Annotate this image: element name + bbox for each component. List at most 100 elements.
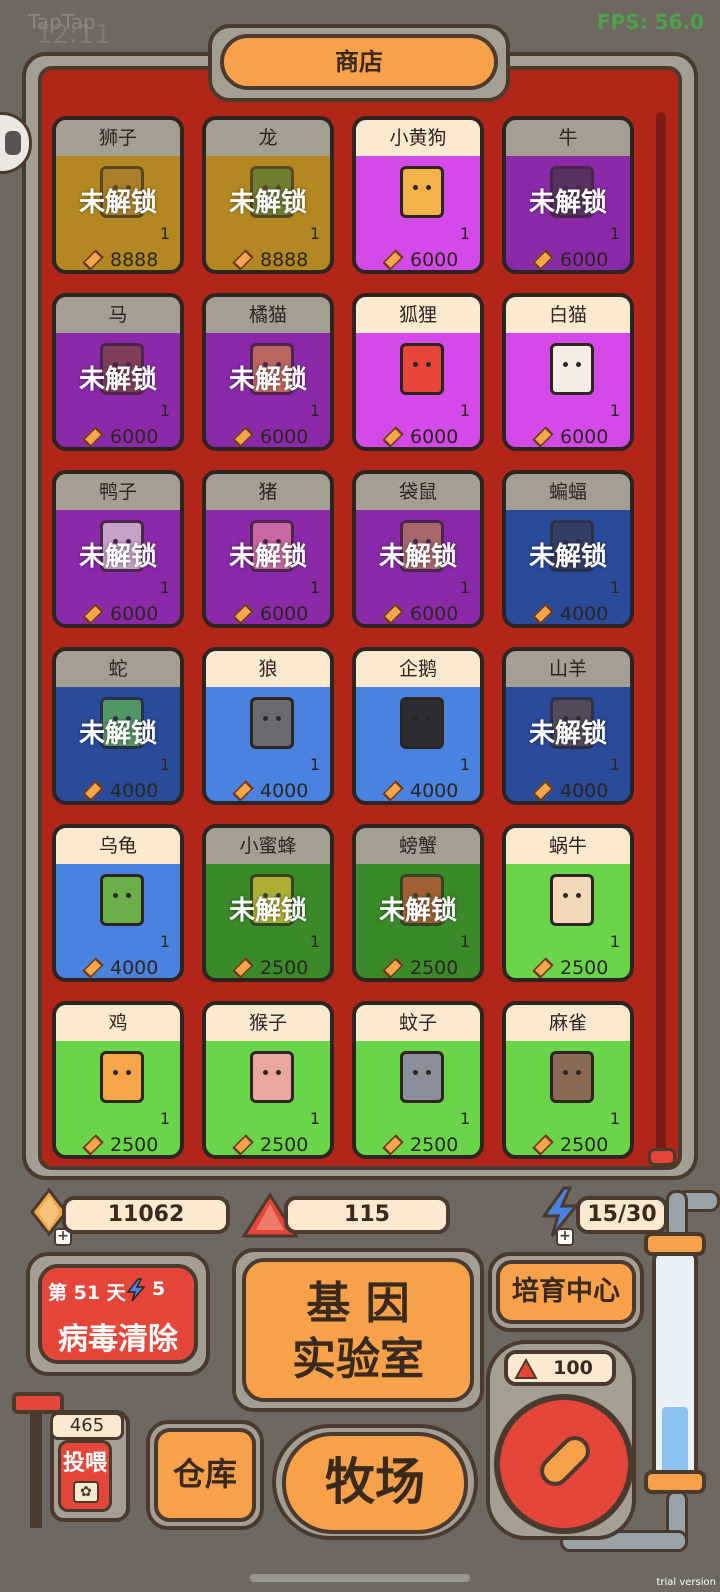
card-name: 企鹅	[356, 651, 480, 687]
card-name: 小黄狗	[356, 120, 480, 156]
locked-label: 未解锁	[78, 542, 157, 572]
home-indicator[interactable]	[250, 1574, 470, 1582]
virus-clear-button[interactable]: 第 51 天 5 病毒清除	[38, 1264, 198, 1364]
energy-gauge-fill	[662, 1407, 688, 1476]
card-price: 8888	[260, 249, 309, 271]
card-price: 4000	[410, 780, 459, 802]
shop-card[interactable]: 马未解锁 1 6000	[52, 293, 184, 451]
card-level: 1	[159, 578, 170, 597]
locked-label: 未解锁	[228, 365, 307, 395]
breeding-center-button[interactable]: 培育中心	[496, 1260, 636, 1324]
gene-lab-label-2: 实验室	[292, 1334, 424, 1385]
shop-card[interactable]: 狮子 未解锁 1 8888	[52, 116, 184, 274]
card-name: 袋鼠	[356, 474, 480, 510]
card-level: 1	[159, 401, 170, 420]
shop-card[interactable]: 袋鼠 未解锁 1 6000	[352, 470, 484, 628]
card-level: 1	[459, 755, 470, 774]
feed-pole	[30, 1408, 42, 1528]
animal-icon	[100, 1051, 144, 1103]
locked-label: 未解锁	[528, 719, 607, 749]
shop-scrollbar[interactable]	[656, 112, 666, 1152]
card-name: 猪	[206, 474, 330, 510]
paw-icon: ✿	[73, 1481, 99, 1503]
card-level: 1	[309, 755, 320, 774]
card-level: 1	[159, 755, 170, 774]
shop-card[interactable]: 鸭子 未解锁 1 6000	[52, 470, 184, 628]
shop-scrollbar-thumb[interactable]	[648, 1148, 676, 1166]
card-name: 蛇	[56, 651, 180, 687]
card-level: 1	[459, 932, 470, 951]
animal-icon	[100, 874, 144, 926]
shop-card[interactable]: 蝙蝠 未解锁 1 4000	[502, 470, 634, 628]
card-name: 龙	[206, 120, 330, 156]
animal-icon	[400, 1051, 444, 1103]
ruby-counter: 115	[284, 1196, 450, 1234]
shop-card[interactable]: 小黄狗 1 6000	[352, 116, 484, 274]
card-price: 4000	[260, 780, 309, 802]
card-level: 1	[609, 932, 620, 951]
shop-card[interactable]: 龙未解锁 1 8888	[202, 116, 334, 274]
card-name: 山羊	[506, 651, 630, 687]
card-price: 6000	[560, 426, 609, 448]
locked-label: 未解锁	[78, 719, 157, 749]
animal-icon	[400, 343, 444, 395]
shop-card[interactable]: 乌龟 1 4000	[52, 824, 184, 982]
gene-lab-button[interactable]: 基 因 实验室	[242, 1258, 474, 1402]
virus-energy-cost: 5	[152, 1278, 166, 1300]
gene-lab-label-1: 基 因	[306, 1278, 410, 1329]
shop-card[interactable]: 蜗牛 1 2500	[502, 824, 634, 982]
shop-card[interactable]: 小蜜蜂 未解锁 1 2500	[202, 824, 334, 982]
shop-card[interactable]: 狐狸 1 6000	[352, 293, 484, 451]
shop-card[interactable]: 狼 1 4000	[202, 647, 334, 805]
add-energy-button[interactable]: +	[556, 1228, 574, 1246]
feed-flag	[12, 1392, 64, 1414]
warehouse-button[interactable]: 仓库	[154, 1428, 256, 1522]
shop-card[interactable]: 山羊 未解锁 1 4000	[502, 647, 634, 805]
card-price: 2500	[110, 1134, 159, 1156]
ruby-cost-value: 100	[553, 1357, 593, 1379]
shop-card[interactable]: 螃蟹 未解锁 1 2500	[352, 824, 484, 982]
locked-label: 未解锁	[378, 896, 457, 926]
card-price: 4000	[110, 780, 159, 802]
big-red-button[interactable]	[494, 1394, 634, 1534]
card-name: 橘猫	[206, 297, 330, 333]
animal-icon	[400, 697, 444, 749]
shop-card[interactable]: 鸡 1 2500	[52, 1001, 184, 1159]
virus-clear-title: 病毒清除	[58, 1322, 178, 1357]
shop-card[interactable]: 麻雀 1 2500	[502, 1001, 634, 1159]
feed-button[interactable]: 投喂 ✿	[58, 1440, 112, 1512]
shop-card[interactable]: 白猫 1 6000	[502, 293, 634, 451]
card-price: 6000	[110, 426, 159, 448]
card-level: 1	[159, 932, 170, 951]
shop-card[interactable]: 猴子 1 2500	[202, 1001, 334, 1159]
card-price: 4000	[560, 603, 609, 625]
card-name: 马	[56, 297, 180, 333]
shop-card[interactable]: 蚊子 1 2500	[352, 1001, 484, 1159]
card-name: 狼	[206, 651, 330, 687]
card-price: 2500	[410, 1134, 459, 1156]
card-price: 6000	[560, 249, 609, 271]
card-name: 白猫	[506, 297, 630, 333]
card-level: 1	[459, 224, 470, 243]
card-name: 鸭子	[56, 474, 180, 510]
card-level: 1	[309, 1109, 320, 1128]
card-name: 蝙蝠	[506, 474, 630, 510]
locked-label: 未解锁	[528, 188, 607, 218]
shop-card[interactable]: 牛未解锁 1 6000	[502, 116, 634, 274]
animal-icon	[250, 697, 294, 749]
virus-day: 第 51 天	[48, 1282, 126, 1304]
shop-card[interactable]: 猪未解锁 1 6000	[202, 470, 334, 628]
feed-count: 465	[50, 1412, 124, 1440]
card-price: 4000	[560, 780, 609, 802]
locked-label: 未解锁	[78, 188, 157, 218]
shop-card[interactable]: 橘猫 未解锁 1 6000	[202, 293, 334, 451]
shop-card[interactable]: 企鹅 1 4000	[352, 647, 484, 805]
ranch-button[interactable]: 牧场	[282, 1432, 468, 1534]
app-label: TapTap	[28, 10, 96, 34]
fps-counter: FPS: 56.0	[596, 10, 704, 34]
slash-icon	[533, 1429, 597, 1493]
card-price: 6000	[410, 426, 459, 448]
shop-card[interactable]: 蛇未解锁 1 4000	[52, 647, 184, 805]
card-price: 2500	[560, 1134, 609, 1156]
card-name: 猴子	[206, 1005, 330, 1041]
